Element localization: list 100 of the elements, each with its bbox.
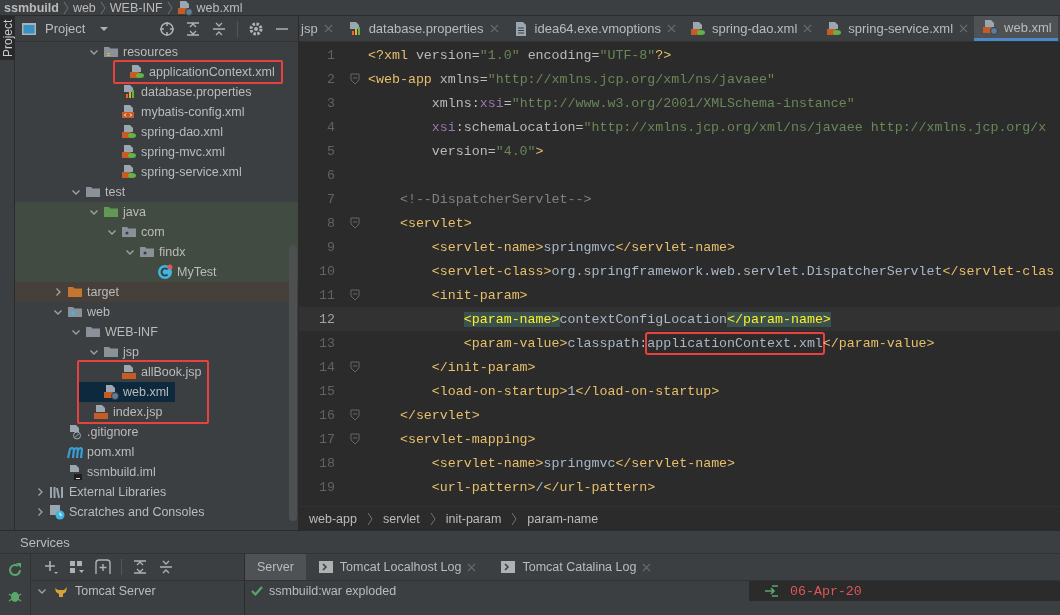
leaf-file-icon <box>121 124 137 140</box>
tree-item[interactable]: findx <box>15 242 298 262</box>
tree-item[interactable]: index.jsp <box>79 402 169 422</box>
separator-chevron-icon <box>366 511 373 526</box>
editor-tab[interactable]: jsp <box>299 16 339 41</box>
add-frame-icon[interactable] <box>95 559 111 575</box>
expand-all-icon[interactable] <box>132 559 148 575</box>
tool-window-tab[interactable]: Project <box>0 16 15 60</box>
class-icon <box>157 264 173 280</box>
breadcrumb-item[interactable]: WEB-INF <box>109 0 163 15</box>
tree-item[interactable]: WEB-INF <box>15 322 298 342</box>
panel-title[interactable]: Project <box>45 21 86 36</box>
tree-item[interactable]: spring-mvc.xml <box>15 142 298 162</box>
code-file-icon <box>121 104 137 120</box>
log-line: 06-Apr-20 <box>790 583 862 599</box>
breadcrumb-item[interactable]: init-param <box>445 511 502 526</box>
breadcrumb-item[interactable]: web-app <box>309 511 357 526</box>
tree-item[interactable]: spring-dao.xml <box>15 122 298 142</box>
editor-tab[interactable]: database.properties <box>338 16 505 41</box>
editor-tab[interactable]: web.xml <box>974 16 1058 41</box>
package-icon <box>121 224 137 240</box>
tree-item[interactable]: Tomcat Server <box>31 581 244 601</box>
scrollbar[interactable] <box>289 245 297 521</box>
settings-icon[interactable] <box>248 20 264 37</box>
tree-item[interactable]: web.xml <box>79 382 175 402</box>
line-number: 12 <box>318 311 335 327</box>
panel-title[interactable]: Services <box>20 534 70 550</box>
tree-item[interactable]: pom.xml <box>15 442 298 462</box>
code-line: <load-on-startup>1</load-on-startup> <box>430 383 720 399</box>
tree-item[interactable]: External Libraries <box>15 482 298 502</box>
line-number: 13 <box>318 335 335 351</box>
code-line: <init-param> <box>430 287 528 303</box>
tree-item[interactable]: target <box>15 282 298 302</box>
line-number: 4 <box>326 119 335 135</box>
collapse-all-icon[interactable] <box>158 559 174 575</box>
redeploy-icon[interactable] <box>764 583 780 599</box>
editor-tab[interactable]: idea64.exe.vmoptions <box>504 16 683 41</box>
code-line: <servlet-name>springmvc</servlet-name> <box>430 455 736 471</box>
tree-item[interactable]: com <box>15 222 298 242</box>
add-icon[interactable] <box>43 559 59 575</box>
expand-all-icon[interactable] <box>185 20 201 37</box>
breadcrumb-item[interactable]: web <box>72 0 96 15</box>
line-number: 17 <box>318 431 335 447</box>
console-icon <box>317 559 334 575</box>
tree-item[interactable]: applicationContext.xml <box>115 62 281 82</box>
code-line: <param-name>contextConfigLocation</param-name> <box>462 311 831 327</box>
deployment-item[interactable]: ssmbuild:war exploded <box>269 584 397 598</box>
folder-icon <box>103 344 119 360</box>
code-line: <?xml version="1.0" encoding="UTF-8"?> <box>368 47 672 63</box>
locate-icon[interactable] <box>159 20 175 37</box>
line-number: 6 <box>326 167 335 183</box>
line-number: 10 <box>318 263 335 279</box>
tree-item[interactable]: web <box>15 302 298 322</box>
fold-marker-icon[interactable] <box>349 73 360 85</box>
leaf-file-icon <box>121 144 137 160</box>
tree-item[interactable]: MyTest <box>15 262 298 282</box>
code-line: version="4.0"> <box>430 143 544 159</box>
tree-item[interactable]: allBook.jsp <box>79 362 208 382</box>
fold-marker-icon[interactable] <box>349 217 360 229</box>
line-number: 7 <box>326 191 335 207</box>
breadcrumb-item[interactable]: param-name <box>527 511 599 526</box>
tree-item[interactable]: spring-service.xml <box>15 162 298 182</box>
fold-marker-icon[interactable] <box>349 289 360 301</box>
terminal-file-icon <box>67 464 83 480</box>
fold-marker-icon[interactable] <box>349 433 360 445</box>
tree-item[interactable]: resources <box>15 42 298 62</box>
blocked-file-icon <box>67 424 83 440</box>
breadcrumb-item[interactable]: servlet <box>382 511 420 526</box>
line-number: 8 <box>326 215 335 231</box>
line-number: 16 <box>318 407 335 423</box>
fold-marker-icon[interactable] <box>349 409 360 421</box>
leaf-file-icon <box>129 64 145 80</box>
console-tab[interactable]: Server <box>245 554 306 580</box>
tree-item[interactable]: Scratches and Consoles <box>15 502 298 522</box>
console-tab[interactable]: Tomcat Localhost Log <box>305 554 489 580</box>
separator-chevron-icon <box>99 0 106 15</box>
rerun-icon[interactable] <box>7 562 23 578</box>
tree-item[interactable]: mybatis-config.xml <box>15 102 298 122</box>
bars-icon <box>49 484 65 500</box>
fold-marker-icon[interactable] <box>349 361 360 373</box>
tree-item[interactable]: java <box>15 202 298 222</box>
folder-icon <box>67 284 83 300</box>
editor-tab[interactable]: spring-service.xml <box>818 16 975 41</box>
highlighted-code: applicationContext.xml <box>645 331 825 355</box>
tree-item[interactable]: jsp <box>15 342 298 362</box>
console-icon <box>500 559 517 575</box>
collapse-all-icon[interactable] <box>211 20 227 37</box>
tree-item[interactable]: ssmbuild.iml <box>15 462 298 482</box>
breadcrumb-item[interactable]: web.xml <box>196 0 243 15</box>
line-number: 14 <box>318 359 335 375</box>
folder-icon <box>85 324 101 340</box>
tree-item[interactable]: .gitignore <box>15 422 298 442</box>
chart-file-icon <box>121 84 137 100</box>
breadcrumb-item[interactable]: ssmbuild <box>4 0 59 15</box>
tree-item[interactable]: test <box>15 182 298 202</box>
separator-chevron-icon <box>429 511 436 526</box>
tree-item[interactable]: database.properties <box>15 82 298 102</box>
editor-tab[interactable]: spring-dao.xml <box>682 16 819 41</box>
console-tab[interactable]: Tomcat Catalina Log <box>488 554 664 580</box>
group-icon[interactable] <box>69 559 85 575</box>
